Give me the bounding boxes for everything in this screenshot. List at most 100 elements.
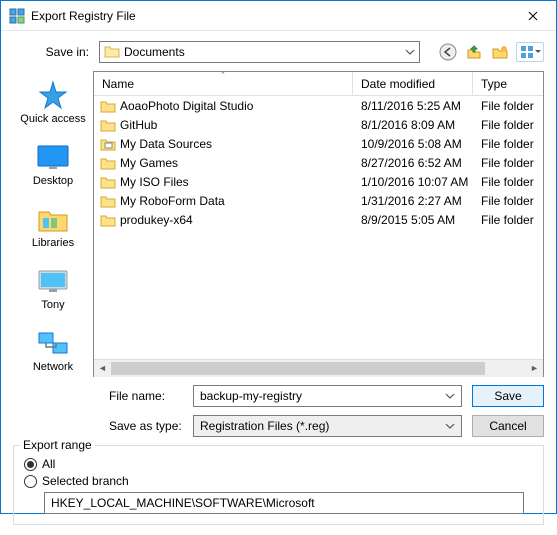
places-bar: Quick access Desktop Libraries (13, 71, 93, 377)
file-row[interactable]: My Games8/27/2016 6:52 AMFile folder (94, 153, 543, 172)
chevron-down-icon (405, 47, 415, 57)
file-row[interactable]: produkey-x648/9/2015 5:05 AMFile folder (94, 210, 543, 229)
savetype-combo[interactable]: Registration Files (*.reg) (193, 415, 462, 437)
file-rows: AoaoPhoto Digital Studio8/11/2016 5:25 A… (94, 96, 543, 359)
file-type: File folder (473, 194, 543, 208)
file-name: GitHub (118, 118, 353, 132)
column-header-name[interactable]: Name ˆ (94, 72, 353, 95)
file-name: My RoboForm Data (118, 194, 353, 208)
save-in-combo[interactable]: Documents (99, 41, 420, 63)
place-network[interactable]: Network (13, 323, 93, 377)
folder-icon (98, 118, 118, 132)
place-label: Desktop (33, 175, 73, 187)
file-date: 8/9/2015 5:05 AM (353, 213, 473, 227)
up-one-level-button[interactable] (464, 42, 484, 62)
folder-icon (98, 194, 118, 208)
file-type: File folder (473, 99, 543, 113)
place-label: Tony (41, 299, 64, 311)
cancel-button[interactable]: Cancel (472, 415, 544, 437)
filename-label: File name: (13, 389, 183, 403)
file-date: 10/9/2016 5:08 AM (353, 137, 473, 151)
file-date: 8/27/2016 6:52 AM (353, 156, 473, 170)
save-in-value: Documents (124, 45, 185, 59)
file-name: My Data Sources (118, 137, 353, 151)
place-label: Libraries (32, 237, 74, 249)
registry-icon (9, 8, 25, 24)
radio-all-row[interactable]: All (24, 457, 533, 471)
radio-selected-branch[interactable] (24, 475, 37, 488)
column-headers: Name ˆ Date modified Type (94, 72, 543, 96)
save-in-label: Save in: (13, 45, 93, 59)
savetype-label: Save as type: (13, 419, 183, 433)
file-name: My ISO Files (118, 175, 353, 189)
quick-access-icon (35, 79, 71, 111)
file-date: 8/11/2016 5:25 AM (353, 99, 473, 113)
network-icon (35, 327, 71, 359)
folder-icon (98, 99, 118, 113)
sort-indicator-icon: ˆ (222, 71, 225, 81)
column-header-type[interactable]: Type (473, 72, 543, 95)
file-row[interactable]: AoaoPhoto Digital Studio8/11/2016 5:25 A… (94, 96, 543, 115)
branch-path-input[interactable]: HKEY_LOCAL_MACHINE\SOFTWARE\Microsoft (44, 492, 524, 514)
place-label: Network (33, 361, 73, 373)
file-type: File folder (473, 137, 543, 151)
file-type: File folder (473, 156, 543, 170)
place-user[interactable]: Tony (13, 261, 93, 315)
branch-path-value: HKEY_LOCAL_MACHINE\SOFTWARE\Microsoft (51, 496, 315, 510)
folder-icon (98, 175, 118, 189)
close-button[interactable] (510, 1, 556, 31)
save-button[interactable]: Save (472, 385, 544, 407)
file-name: AoaoPhoto Digital Studio (118, 99, 353, 113)
export-range-group: Export range All Selected branch HKEY_LO… (13, 445, 544, 525)
dialog-window: Export Registry File Save in: Documents (0, 0, 557, 514)
file-date: 1/31/2016 2:27 AM (353, 194, 473, 208)
file-date: 8/1/2016 8:09 AM (353, 118, 473, 132)
dialog-content: Save in: Documents (1, 31, 556, 535)
place-libraries[interactable]: Libraries (13, 199, 93, 253)
scroll-right-button[interactable]: ► (526, 360, 543, 377)
place-label: Quick access (20, 113, 85, 125)
filename-row: File name: backup-my-registry Save (13, 385, 544, 407)
file-list-pane: Name ˆ Date modified Type AoaoPhoto Digi… (93, 71, 544, 377)
scroll-left-button[interactable]: ◄ (94, 360, 111, 377)
view-menu-button[interactable] (516, 42, 544, 62)
window-title: Export Registry File (31, 9, 510, 23)
file-type: File folder (473, 213, 543, 227)
filename-value: backup-my-registry (200, 389, 302, 403)
file-row[interactable]: My RoboForm Data1/31/2016 2:27 AMFile fo… (94, 191, 543, 210)
radio-selected-row[interactable]: Selected branch (24, 474, 533, 488)
scroll-thumb[interactable] (111, 362, 485, 375)
radio-all[interactable] (24, 458, 37, 471)
toolbar (438, 42, 544, 62)
file-type: File folder (473, 118, 543, 132)
file-type: File folder (473, 175, 543, 189)
file-date: 1/10/2016 10:07 AM (353, 175, 473, 189)
inputs-area: File name: backup-my-registry Save Save … (13, 385, 544, 437)
save-in-row: Save in: Documents (13, 41, 544, 63)
horizontal-scrollbar[interactable]: ◄ ► (94, 359, 543, 376)
file-name: produkey-x64 (118, 213, 353, 227)
place-quick-access[interactable]: Quick access (13, 75, 93, 129)
savetype-value: Registration Files (*.reg) (200, 419, 329, 433)
filename-input[interactable]: backup-my-registry (193, 385, 462, 407)
savetype-row: Save as type: Registration Files (*.reg)… (13, 415, 544, 437)
file-row[interactable]: My Data Sources10/9/2016 5:08 AMFile fol… (94, 134, 543, 153)
export-range-legend: Export range (20, 438, 95, 452)
column-header-date[interactable]: Date modified (353, 72, 473, 95)
radio-all-label: All (42, 457, 55, 471)
file-name: My Games (118, 156, 353, 170)
computer-icon (35, 265, 71, 297)
folder-icon (98, 213, 118, 227)
file-row[interactable]: GitHub8/1/2016 8:09 AMFile folder (94, 115, 543, 134)
radio-selected-label: Selected branch (42, 474, 129, 488)
libraries-icon (35, 203, 71, 235)
chevron-down-icon (445, 391, 455, 401)
place-desktop[interactable]: Desktop (13, 137, 93, 191)
middle-area: Quick access Desktop Libraries (13, 71, 544, 377)
desktop-icon (35, 141, 71, 173)
folder-icon (98, 156, 118, 170)
back-button[interactable] (438, 42, 458, 62)
file-row[interactable]: My ISO Files1/10/2016 10:07 AMFile folde… (94, 172, 543, 191)
new-folder-button[interactable] (490, 42, 510, 62)
scroll-track[interactable] (111, 360, 526, 377)
